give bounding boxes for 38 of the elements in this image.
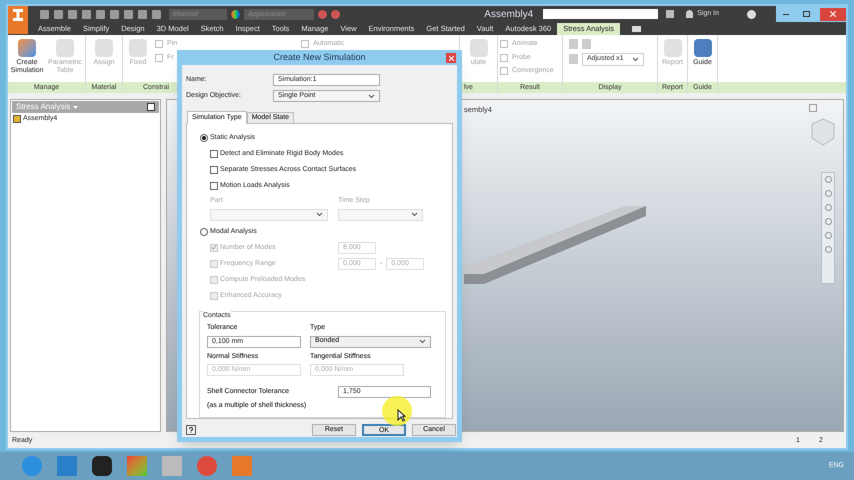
help-button[interactable] — [186, 425, 196, 435]
display-icon — [569, 54, 578, 64]
radio-button[interactable] — [200, 134, 208, 142]
tool-icon — [18, 39, 36, 57]
dropdown-caret-icon — [632, 56, 639, 62]
tool-icon — [694, 39, 712, 57]
dropdown-caret-icon — [316, 212, 323, 218]
user-icon — [686, 10, 694, 18]
assembly-icon — [13, 115, 21, 123]
radio-button[interactable] — [200, 228, 208, 236]
checkbox[interactable] — [210, 166, 218, 174]
view-cube-icon — [811, 118, 835, 146]
dropdown-caret-icon — [73, 106, 78, 108]
tool-icon — [56, 39, 74, 57]
tool-icon — [470, 39, 488, 57]
app-logo-icon — [12, 8, 24, 22]
mouse-pointer-icon — [397, 409, 406, 422]
checkbox[interactable] — [210, 150, 218, 158]
close-icon — [448, 56, 454, 60]
checkbox[interactable] — [210, 182, 218, 190]
close-button[interactable] — [446, 53, 456, 63]
tool-icon — [301, 40, 310, 48]
tool-icon — [664, 39, 682, 57]
appearance-icon — [231, 10, 240, 18]
dialog-title: Create New Simulation — [273, 50, 366, 64]
dropdown-caret-icon — [419, 339, 426, 344]
close-button[interactable] — [820, 8, 846, 20]
dropdown-caret-icon — [368, 94, 375, 98]
tool-icon — [129, 39, 147, 57]
window-title: Assembly4 — [484, 8, 534, 22]
browser-title: Stress Analysis — [16, 101, 70, 113]
dropdown-caret-icon — [411, 212, 418, 218]
tool-icon — [95, 39, 113, 57]
search-field[interactable] — [543, 9, 658, 19]
close-icon — [830, 11, 836, 17]
app-menu-button[interactable] — [8, 6, 28, 34]
taskbar-app-icon[interactable] — [92, 456, 112, 476]
maximize-button[interactable] — [800, 9, 812, 19]
